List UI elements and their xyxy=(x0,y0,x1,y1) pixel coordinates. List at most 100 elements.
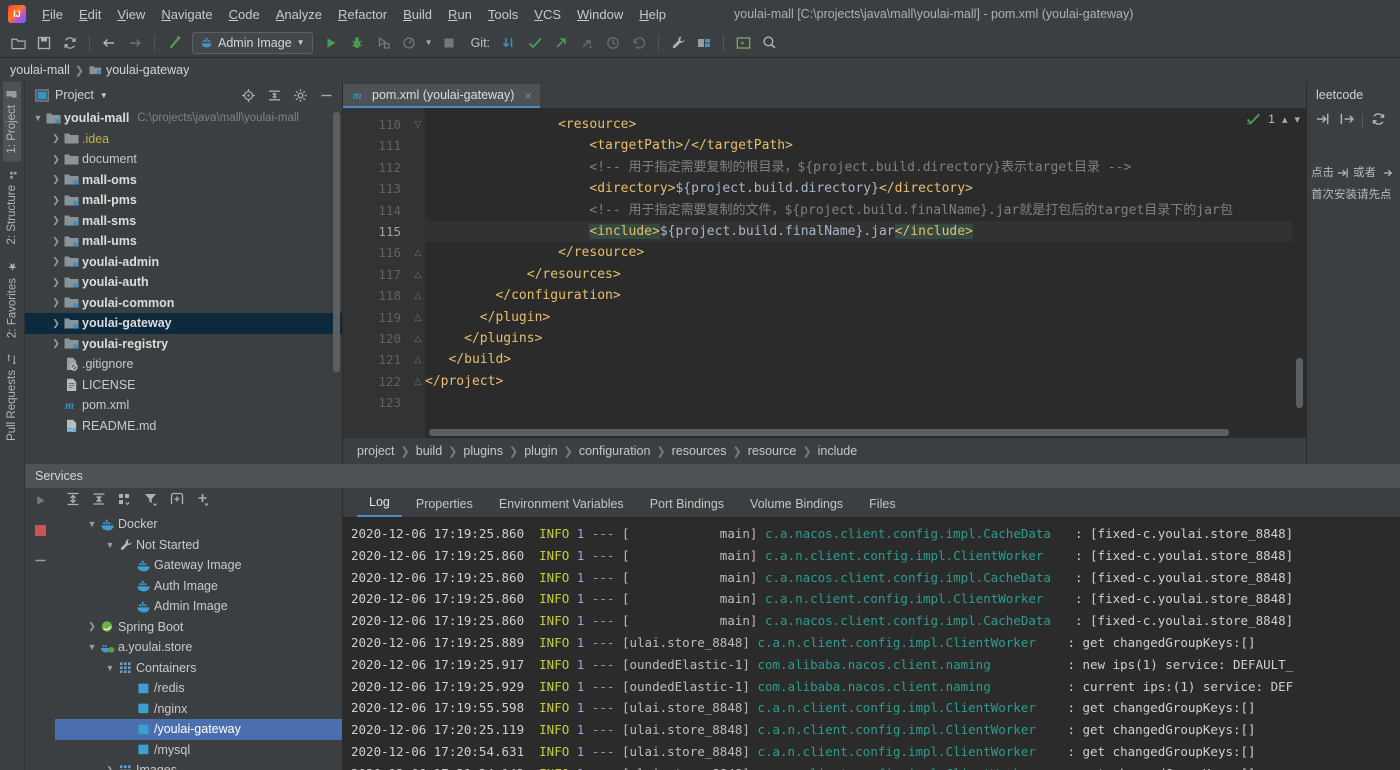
save-icon[interactable] xyxy=(32,32,56,54)
debug-icon[interactable] xyxy=(345,32,369,54)
breadcrumb-item[interactable]: configuration xyxy=(579,444,651,458)
chevron-down-icon[interactable]: ▼ xyxy=(100,91,108,100)
editor-horizontal-scrollbar[interactable] xyxy=(429,429,1229,436)
forward-arrow-icon[interactable] xyxy=(123,32,147,54)
search-everywhere-icon[interactable] xyxy=(757,32,781,54)
menu-item-navigate[interactable]: Navigate xyxy=(153,4,220,25)
code-line[interactable]: </resource> xyxy=(425,242,1292,263)
editor-breadcrumbs[interactable]: project ❯ build ❯ plugins ❯ plugin ❯ configurati… xyxy=(343,438,1306,464)
chevron-right-icon[interactable]: ❯ xyxy=(49,215,63,226)
project-tree-row[interactable]: ❯ mall-pms xyxy=(25,190,342,211)
container-log-output[interactable]: 2020-12-06 17:19:25.860 INFO 1 --- [ mai… xyxy=(343,517,1400,770)
code-line[interactable]: <!-- 用于指定需要复制的文件，${project.build.finalNa… xyxy=(425,200,1292,221)
menu-item-run[interactable]: Run xyxy=(440,4,480,25)
run-configuration-selector[interactable]: Admin Image ▼ xyxy=(192,31,313,54)
logout-icon[interactable] xyxy=(1339,112,1355,131)
project-tree-scrollbar[interactable] xyxy=(333,112,340,372)
project-tree-row[interactable]: ❯ youlai-common xyxy=(25,293,342,314)
fold-marker[interactable]: △ xyxy=(411,371,425,392)
project-tree-row[interactable]: ❯ document xyxy=(25,149,342,170)
services-detail-tabs[interactable]: Log Properties Environment Variables Port B… xyxy=(343,488,1400,517)
code-line[interactable]: <!-- 用于指定需要复制的根目录，${project.build.direct… xyxy=(425,157,1292,178)
add-service-icon[interactable] xyxy=(195,491,211,512)
fold-marker[interactable]: △ xyxy=(411,349,425,370)
code-line[interactable]: <include>${project.build.finalName}.jar<… xyxy=(425,220,1292,243)
chevron-right-icon[interactable]: ❯ xyxy=(49,318,63,329)
group-by-icon[interactable] xyxy=(117,491,133,512)
code-line[interactable]: <targetPath>/</targetPath> xyxy=(425,135,1292,156)
tool-window-tab-structure[interactable]: 2: Structure xyxy=(3,162,21,252)
add-tab-icon[interactable] xyxy=(169,491,185,512)
menu-item-help[interactable]: Help xyxy=(631,4,674,25)
refresh-icon[interactable] xyxy=(1371,112,1386,131)
fold-marker[interactable]: △ xyxy=(411,264,425,285)
breadcrumb-item[interactable]: resource xyxy=(748,444,797,458)
chevron-right-icon[interactable]: ❯ xyxy=(49,277,63,288)
chevron-right-icon[interactable]: ❯ xyxy=(85,621,99,632)
services-tree-row[interactable]: ❯ Spring Boot xyxy=(55,617,342,638)
menu-item-tools[interactable]: Tools xyxy=(480,4,526,25)
project-tree-row[interactable]: ❯ youlai-registry xyxy=(25,334,342,355)
tool-window-tab-pull-requests[interactable]: Pull Requests xyxy=(3,346,21,449)
menu-item-edit[interactable]: Edit xyxy=(71,4,109,25)
chevron-down-icon[interactable]: ▼ xyxy=(103,540,117,550)
hide-icon[interactable] xyxy=(34,554,47,572)
project-tree-row[interactable]: ❯ mall-ums xyxy=(25,231,342,252)
settings-wrench-icon[interactable] xyxy=(666,32,690,54)
chevron-right-icon[interactable]: ❯ xyxy=(49,236,63,247)
project-tree-row[interactable]: ❯ youlai-auth xyxy=(25,272,342,293)
services-tab-properties[interactable]: Properties xyxy=(404,493,485,517)
push-icon[interactable] xyxy=(549,32,573,54)
menu-item-vcs[interactable]: VCS xyxy=(526,4,569,25)
stop-icon[interactable] xyxy=(437,32,461,54)
build-hammer-icon[interactable] xyxy=(162,32,186,54)
menu-item-window[interactable]: Window xyxy=(569,4,631,25)
code-line[interactable]: <directory>${project.build.directory}</d… xyxy=(425,178,1292,199)
services-tree-row[interactable]: Auth Image xyxy=(55,576,342,597)
chevron-right-icon[interactable]: ❯ xyxy=(49,338,63,349)
project-tree-row[interactable]: m pom.xml xyxy=(25,395,342,416)
menu-item-code[interactable]: Code xyxy=(221,4,268,25)
breadcrumb-item[interactable]: plugin xyxy=(524,444,557,458)
code-line[interactable]: <resource> xyxy=(425,114,1292,135)
collapse-all-icon[interactable] xyxy=(91,491,107,512)
locate-icon[interactable] xyxy=(238,88,258,103)
menu-item-analyze[interactable]: Analyze xyxy=(268,4,330,25)
services-tree-row[interactable]: Admin Image xyxy=(55,596,342,617)
chevron-down-icon[interactable]: ▼ xyxy=(85,642,99,652)
menu-item-view[interactable]: View xyxy=(109,4,153,25)
tool-window-tab-favorites[interactable]: 2: Favorites ★ xyxy=(3,252,22,346)
services-tree-row[interactable]: /nginx xyxy=(55,699,342,720)
code-line[interactable]: </build> xyxy=(425,349,1292,370)
project-tree-row[interactable]: MD README.md xyxy=(25,416,342,437)
terminal-icon[interactable] xyxy=(731,32,755,54)
commit-icon[interactable] xyxy=(523,32,547,54)
project-tree-row[interactable]: ▼ youlai-mall C:\projects\java\mall\youlai… xyxy=(25,108,342,129)
chevron-down-icon[interactable]: ▼ xyxy=(103,663,117,673)
code-line[interactable]: </plugins> xyxy=(425,328,1292,349)
navbar-crumb-module[interactable]: youlai-gateway xyxy=(89,63,189,77)
services-tab-files[interactable]: Files xyxy=(857,493,907,517)
editor-fold-markers[interactable]: ▽ △ △ △ △ △ △ △ xyxy=(411,108,425,438)
code-line[interactable]: </configuration> xyxy=(425,285,1292,306)
services-tree-row[interactable]: Gateway Image xyxy=(55,555,342,576)
project-tree-row[interactable]: ❯ mall-oms xyxy=(25,170,342,191)
navbar-crumb-project[interactable]: youlai-mall xyxy=(10,63,70,77)
services-tree-row[interactable]: ❯ Images xyxy=(55,760,342,770)
project-tree-row[interactable]: ❯ .idea xyxy=(25,129,342,150)
rollback-icon[interactable] xyxy=(627,32,651,54)
filter-icon[interactable] xyxy=(143,491,159,512)
prev-problem-icon[interactable]: ▴ xyxy=(1282,113,1288,126)
project-tree-row[interactable]: ❯ youlai-admin xyxy=(25,252,342,273)
history-icon[interactable] xyxy=(601,32,625,54)
run-icon[interactable] xyxy=(34,494,47,512)
project-structure-icon[interactable] xyxy=(692,32,716,54)
services-tab-volume-bindings[interactable]: Volume Bindings xyxy=(738,493,855,517)
chevron-right-icon[interactable]: ❯ xyxy=(49,297,63,308)
menu-item-refactor[interactable]: Refactor xyxy=(330,4,395,25)
chevron-right-icon[interactable]: ❯ xyxy=(103,765,117,770)
services-tree-row[interactable]: ▼ a.youlai.store xyxy=(55,637,342,658)
chevron-down-icon[interactable]: ▼ xyxy=(85,519,99,529)
open-folder-icon[interactable] xyxy=(6,32,30,54)
services-tree-row[interactable]: ▼ Not Started xyxy=(55,535,342,556)
